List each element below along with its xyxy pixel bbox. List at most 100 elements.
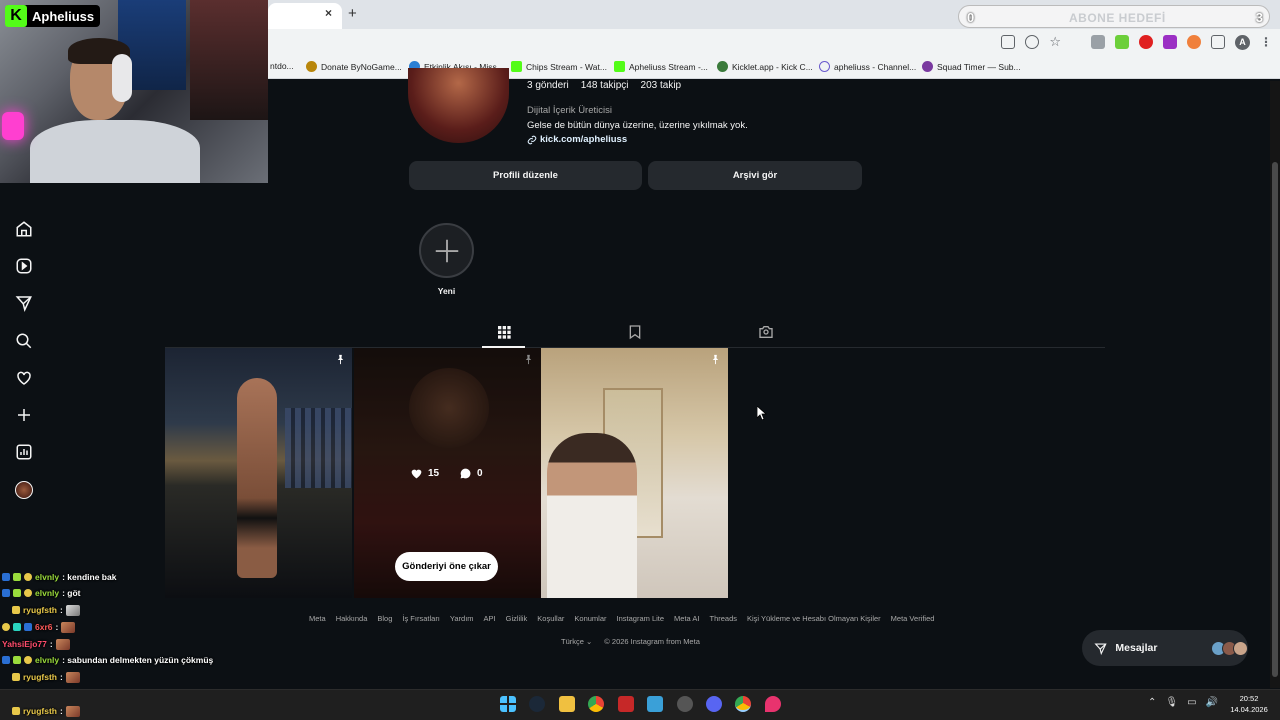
- chat-username[interactable]: ryugfsth: [23, 672, 57, 682]
- browser-profile-avatar[interactable]: A: [1235, 34, 1250, 50]
- app-icon[interactable]: [647, 696, 663, 712]
- network-icon[interactable]: ▭: [1187, 697, 1196, 708]
- view-archive-button[interactable]: Arşivi gör: [648, 161, 862, 190]
- chat-message: ryugfsth :: [12, 703, 80, 719]
- person-silhouette: [547, 433, 637, 598]
- reels-icon[interactable]: [15, 257, 33, 275]
- squad-timer-icon: [922, 61, 933, 72]
- chat-username[interactable]: elvnly: [35, 655, 59, 665]
- bookmark-item[interactable]: ntdo...: [270, 61, 294, 71]
- followers-count[interactable]: 148 takipçi: [581, 80, 629, 91]
- footer-link[interactable]: Meta Verified: [891, 614, 935, 623]
- new-highlight-button[interactable]: [419, 223, 474, 278]
- grid-icon[interactable]: [496, 324, 512, 340]
- footer-link[interactable]: Konumlar: [574, 614, 606, 623]
- opera-extension-icon[interactable]: [1139, 35, 1153, 49]
- chat-message: elvnly : sabundan delmekten yüzün çökmüş: [2, 652, 213, 668]
- edit-profile-button[interactable]: Profili düzenle: [409, 161, 642, 190]
- tagged-icon[interactable]: [758, 324, 774, 340]
- app-icon[interactable]: [618, 696, 634, 712]
- footer-link[interactable]: API: [484, 614, 496, 623]
- footer-link[interactable]: Instagram Lite: [617, 614, 665, 623]
- search-icon[interactable]: [15, 332, 33, 350]
- heart-icon[interactable]: [15, 369, 33, 387]
- bookmark-item[interactable]: Squad Timer — Sub...: [922, 61, 1021, 72]
- feature-post-button[interactable]: Gönderiyi öne çıkar: [395, 552, 498, 581]
- home-icon[interactable]: [15, 220, 33, 238]
- chat-username[interactable]: elvnly: [35, 588, 59, 598]
- post-thumbnail-mirror-selfie[interactable]: [541, 348, 728, 598]
- chat-username[interactable]: 6xr6: [35, 622, 53, 632]
- steam-icon[interactable]: [529, 696, 545, 712]
- shield-extension-icon[interactable]: [1091, 35, 1105, 49]
- volume-icon[interactable]: 🔊: [1206, 697, 1218, 708]
- bookmark-item[interactable]: Donate ByNoGame...: [306, 61, 402, 72]
- purple-extension-icon[interactable]: [1163, 35, 1177, 49]
- footer-link[interactable]: Meta AI: [674, 614, 699, 623]
- star-icon[interactable]: ☆: [1049, 34, 1061, 50]
- post-thumbnail-yacht[interactable]: [165, 348, 352, 598]
- kick-icon: [511, 61, 522, 72]
- discord-icon[interactable]: [706, 696, 722, 712]
- dashboard-chart-icon[interactable]: [15, 443, 33, 461]
- scrollbar-thumb[interactable]: [1272, 162, 1278, 677]
- direct-send-icon: [1094, 642, 1107, 655]
- chrome-icon[interactable]: [735, 696, 751, 712]
- profile-picture[interactable]: [408, 68, 509, 143]
- create-plus-icon[interactable]: [15, 406, 33, 424]
- goal-target: 3: [1255, 10, 1263, 25]
- footer-link[interactable]: Koşullar: [537, 614, 564, 623]
- new-tab-button[interactable]: +: [348, 5, 357, 22]
- chat-username[interactable]: elvnly: [35, 572, 59, 582]
- link-icon: [527, 135, 537, 144]
- chrome-icon[interactable]: [588, 696, 604, 712]
- orange-extension-icon[interactable]: [1187, 35, 1201, 49]
- profile-link[interactable]: kick.com/apheliuss: [527, 134, 627, 145]
- profile-avatar-nav[interactable]: [15, 481, 33, 499]
- chat-username[interactable]: ryugfsth: [23, 605, 57, 615]
- footer-link[interactable]: Kişi Yükleme ve Hesabı Olmayan Kişiler: [747, 614, 881, 623]
- file-explorer-icon[interactable]: [559, 696, 575, 712]
- footer-link[interactable]: Gizlilik: [506, 614, 528, 623]
- footer-link[interactable]: Yardım: [450, 614, 474, 623]
- footer-link[interactable]: Hakkında: [336, 614, 368, 623]
- direct-send-icon[interactable]: [15, 294, 33, 312]
- chat-username[interactable]: ryugfsth: [23, 706, 57, 716]
- menu-icon[interactable]: ⋮: [1260, 35, 1272, 49]
- taskbar-clock[interactable]: 20:52 14.04.2026: [1224, 693, 1274, 715]
- messages-button[interactable]: Mesajlar: [1082, 630, 1248, 666]
- eye-off-icon[interactable]: [1025, 35, 1040, 49]
- footer-link[interactable]: Meta: [309, 614, 326, 623]
- bookmark-item[interactable]: Apheliuss Stream -...: [614, 61, 708, 72]
- green-extension-icon[interactable]: [1115, 35, 1129, 49]
- bookmark-item[interactable]: Chips Stream - Wat...: [511, 61, 607, 72]
- profile-bio: Gelse de bütün dünya üzerine, üzerine yı…: [527, 120, 748, 131]
- bookmark-item[interactable]: Kicklet.app - Kick C...: [717, 61, 813, 72]
- cast-icon[interactable]: [1001, 35, 1016, 49]
- new-highlight-label: Yeni: [437, 286, 456, 296]
- badge-icon: [24, 623, 32, 631]
- close-tab-icon[interactable]: ×: [325, 6, 332, 20]
- badge-icon: [24, 573, 32, 581]
- bookmark-item[interactable]: apheliuss - Channel...: [819, 61, 916, 72]
- posts-count[interactable]: 3 gönderi: [527, 80, 569, 91]
- toolbar-icons: ☆ A ⋮: [1001, 34, 1272, 50]
- chat-text: :: [55, 622, 59, 632]
- footer-link[interactable]: Threads: [709, 614, 737, 623]
- bynogame-icon: [306, 61, 317, 72]
- following-count[interactable]: 203 takip: [641, 80, 682, 91]
- microphone-icon[interactable]: 🎙: [1165, 697, 1178, 708]
- footer-link[interactable]: Blog: [377, 614, 392, 623]
- chat-username[interactable]: YahsiEjo77: [2, 639, 47, 649]
- footer-meta: Türkçe ⌄ © 2026 Instagram from Meta: [561, 637, 700, 646]
- language-select[interactable]: Türkçe ⌄: [561, 637, 592, 646]
- puzzle-icon[interactable]: [1211, 35, 1225, 49]
- badge-icon: [2, 623, 10, 631]
- chevron-up-icon[interactable]: ⌃: [1148, 697, 1156, 708]
- wall-poster: [190, 0, 268, 120]
- footer-link[interactable]: İş Fırsatları: [402, 614, 440, 623]
- saved-bookmark-icon[interactable]: [627, 324, 643, 340]
- obs-icon[interactable]: [677, 696, 693, 712]
- windows-start-icon[interactable]: [500, 696, 516, 712]
- map-pin-icon[interactable]: [765, 696, 781, 712]
